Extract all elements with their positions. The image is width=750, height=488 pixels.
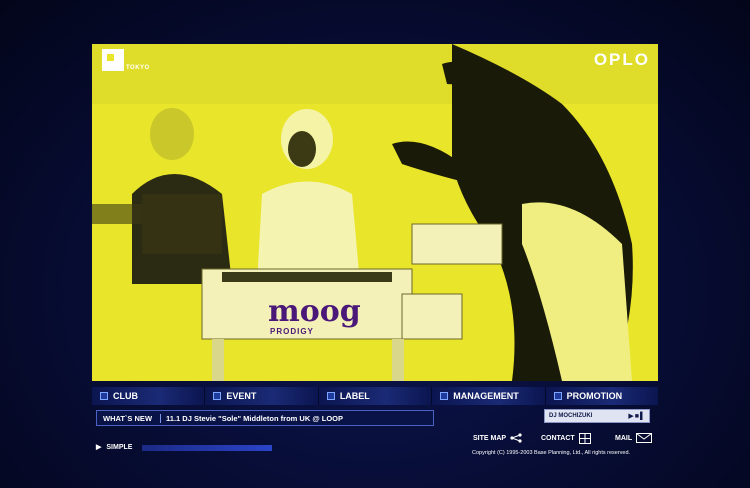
copyright-text: Copyright (C) 1995-2003 Base Planning, L… (472, 450, 631, 456)
site-map-link[interactable]: SITE MAP (473, 433, 522, 443)
nav-club[interactable]: CLUB (92, 387, 205, 405)
logo-tokyo-text: TOKYO (126, 65, 150, 71)
nav-label: LABEL (339, 391, 370, 401)
news-text[interactable]: 11.1 DJ Stevie "Sole" Middleton from UK … (166, 414, 343, 423)
news-label: WHAT`S NEW (103, 413, 153, 423)
nav-box-icon (326, 392, 335, 400)
simple-link[interactable]: ▶ SIMPLE (96, 443, 133, 452)
news-separator (160, 413, 162, 423)
site-map-label: SITE MAP (473, 434, 507, 442)
nav-label: EVENT (226, 391, 257, 401)
logo-oplo[interactable]: OPLO (594, 50, 650, 70)
news-ticker[interactable]: WHAT`S NEW 11.1 DJ Stevie "Sole" Middlet… (96, 410, 434, 426)
mail-link[interactable]: MAIL (615, 433, 653, 443)
logo-tokyo[interactable]: TOKYO (102, 49, 150, 71)
nav-label: MANAGEMENT (453, 391, 519, 401)
contact-link[interactable]: CONTACT (541, 433, 591, 444)
share-icon (510, 433, 522, 443)
hero-illustration (92, 44, 658, 381)
nav-label-section[interactable]: LABEL (317, 387, 432, 405)
nav-box-icon (553, 392, 562, 400)
artist-player[interactable]: DJ MOCHIZUKI ▶■▌ (544, 409, 650, 423)
contact-label: CONTACT (541, 435, 575, 442)
player-controls-icon[interactable]: ▶■▌ (628, 412, 649, 420)
nav-label: CLUB (113, 391, 138, 401)
main-nav: CLUB EVENT LABEL MANAGEMENT PROMOTION (92, 387, 659, 405)
hero-photo: TOKYO OPLO moog PRODIGY (92, 44, 658, 381)
nav-label: PROMOTION (566, 391, 623, 401)
nav-promotion[interactable]: PROMOTION (544, 387, 659, 405)
logo-square-icon (102, 49, 124, 71)
nav-box-icon (440, 392, 449, 400)
mail-icon (636, 433, 653, 443)
nav-event[interactable]: EVENT (204, 387, 318, 405)
simple-bar (142, 445, 272, 451)
simple-label: SIMPLE (106, 443, 133, 451)
nav-box-icon (213, 392, 222, 400)
nav-management[interactable]: MANAGEMENT (431, 387, 545, 405)
artist-name: DJ MOCHIZUKI (549, 413, 593, 419)
mail-label: MAIL (615, 434, 633, 442)
moog-model-text: PRODIGY (270, 327, 314, 336)
contact-grid-icon (578, 433, 591, 444)
moog-logo-text: moog (268, 294, 361, 329)
nav-box-icon (100, 392, 108, 400)
play-arrow-icon: ▶ (96, 444, 102, 451)
